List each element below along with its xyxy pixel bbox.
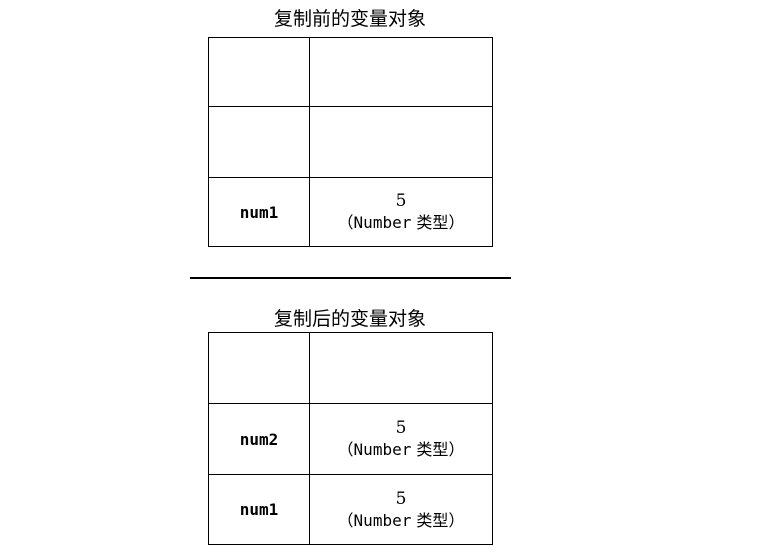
- variable-value-cell: [309, 106, 493, 178]
- variable-type: （Number 类型）: [337, 213, 465, 232]
- table-row: [208, 332, 493, 404]
- variable-value: 5: [395, 418, 407, 438]
- variable-value: 5: [395, 488, 407, 509]
- divider-line: [190, 277, 511, 279]
- table-row: num1 5 （Number 类型）: [208, 177, 493, 247]
- before-variable-object-table: num1 5 （Number 类型）: [208, 37, 493, 247]
- table-row: num1 5 （Number 类型）: [208, 474, 493, 545]
- variable-name-cell: [208, 37, 310, 107]
- variable-type: （Number 类型）: [337, 510, 465, 530]
- variable-name-cell: num1: [208, 474, 310, 545]
- variable-type: （Number 类型）: [337, 440, 465, 459]
- variable-value-cell: 5 （Number 类型）: [309, 177, 493, 247]
- variable-name-cell: [208, 106, 310, 178]
- variable-name-cell: num2: [208, 403, 310, 475]
- variable-name-cell: [208, 332, 310, 404]
- variable-value-cell: 5 （Number 类型）: [309, 474, 493, 545]
- variable-value: 5: [395, 191, 407, 211]
- before-title: 复制前的变量对象: [273, 8, 426, 30]
- variable-value-cell: [309, 37, 493, 107]
- variable-value-cell: [309, 332, 493, 404]
- after-title: 复制后的变量对象: [273, 308, 426, 330]
- variable-name-cell: num1: [208, 177, 310, 247]
- table-row: [208, 37, 493, 107]
- after-variable-object-table: num2 5 （Number 类型） num1 5 （Number 类型）: [208, 332, 493, 545]
- variable-value-cell: 5 （Number 类型）: [309, 403, 493, 475]
- table-row: [208, 106, 493, 178]
- table-row: num2 5 （Number 类型）: [208, 403, 493, 475]
